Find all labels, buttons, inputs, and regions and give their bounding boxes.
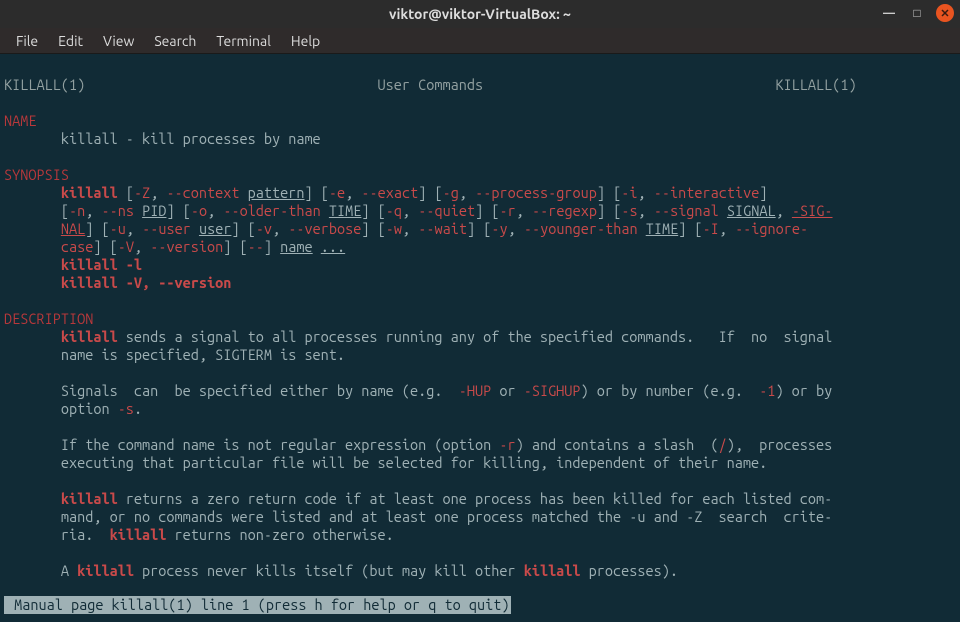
desc-l3c: or — [491, 382, 523, 399]
opt-ns: --ns — [101, 202, 133, 219]
desc-l10a: A — [61, 562, 77, 579]
opt-older: --older-than — [223, 202, 320, 219]
arg-pattern: pattern — [248, 184, 305, 201]
desc-killall4: killall — [77, 562, 134, 579]
opt-w: -w — [386, 220, 402, 237]
desc-killall2: killall — [61, 490, 118, 507]
desc-slash: / — [719, 436, 727, 453]
menu-help[interactable]: Help — [283, 31, 328, 51]
desc-l5a: If the command name is not regular expre… — [61, 436, 499, 453]
syn-cmd: killall — [61, 184, 118, 201]
opt-V: -V — [118, 238, 134, 255]
man-header-center: User Commands — [378, 76, 484, 93]
window-controls: — □ ✕ — [880, 4, 954, 22]
opt-q: -q — [386, 202, 402, 219]
arg-pid: PID — [142, 202, 166, 219]
desc-l3e: ) or by number (e.g. — [581, 382, 760, 399]
maximize-icon[interactable]: □ — [908, 4, 926, 22]
desc-l7b: returns a zero return code if at least o… — [118, 490, 833, 507]
opt-v: -v — [256, 220, 272, 237]
opt-quiet: --quiet — [418, 202, 475, 219]
opt-user: --user — [142, 220, 191, 237]
desc-ropt: -r — [499, 436, 515, 453]
opt-exact: --exact — [361, 184, 418, 201]
arg-time: TIME — [329, 202, 361, 219]
menu-edit[interactable]: Edit — [50, 31, 91, 51]
opt-icase: --ignore- — [735, 220, 808, 237]
desc-killall3: killall — [110, 526, 167, 543]
menu-file[interactable]: File — [8, 31, 46, 51]
opt-e: -e — [329, 184, 345, 201]
opt-interactive: --interactive — [654, 184, 760, 201]
section-name: NAME — [4, 112, 36, 129]
menu-view[interactable]: View — [95, 31, 142, 51]
man-header-spacer2 — [483, 76, 775, 93]
syn-l: killall -l — [61, 256, 142, 273]
opt-younger: --younger-than — [524, 220, 638, 237]
desc-l1b: sends a signal to all processes running … — [118, 328, 833, 345]
arg-user: user — [199, 220, 231, 237]
window-titlebar: viktor@viktor-VirtualBox: ~ — □ ✕ — [0, 0, 960, 28]
desc-l4c: . — [134, 400, 142, 417]
desc-hup: -HUP — [459, 382, 491, 399]
opt-u: -u — [110, 220, 126, 237]
desc-killall5: killall — [524, 562, 581, 579]
arg-time2: TIME — [646, 220, 678, 237]
desc-l10e: processes). — [581, 562, 678, 579]
opt-i: -i — [621, 184, 637, 201]
arg-nal: NAL — [61, 220, 85, 237]
desc-l3g: ) or by — [775, 382, 832, 399]
desc-killall1: killall — [61, 328, 118, 345]
arg-name: name — [280, 238, 312, 255]
opt-dd: -- — [248, 238, 264, 255]
desc-l6: executing that particular file will be s… — [61, 454, 767, 471]
arg-sig2: -SIG- — [792, 202, 833, 219]
syn-v: killall -V, --version — [61, 274, 232, 291]
opt-case: case — [61, 238, 93, 255]
section-synopsis: SYNOPSIS — [4, 166, 69, 183]
menu-terminal[interactable]: Terminal — [208, 31, 279, 51]
opt-verbose: --verbose — [288, 220, 361, 237]
man-header-spacer — [85, 76, 377, 93]
menu-search[interactable]: Search — [146, 31, 204, 51]
desc-sighup: -SIGHUP — [524, 382, 581, 399]
opt-Z: -Z — [134, 184, 150, 201]
opt-signal: --signal — [654, 202, 719, 219]
desc-sopt: -s — [118, 400, 134, 417]
man-header-left: KILLALL(1) — [4, 76, 85, 93]
opt-context: --context — [166, 184, 239, 201]
opt-g: -g — [443, 184, 459, 201]
desc-l10c: process never kills itself (but may kill… — [134, 562, 524, 579]
opt-version: --version — [150, 238, 223, 255]
desc-l2: name is specified, SIGTERM is sent. — [61, 346, 345, 363]
opt-I: -I — [703, 220, 719, 237]
opt-n: -n — [69, 202, 85, 219]
opt-s: -s — [621, 202, 637, 219]
desc-neg1: -1 — [759, 382, 775, 399]
desc-l9c: returns non-zero otherwise. — [166, 526, 393, 543]
opt-o: -o — [191, 202, 207, 219]
opt-y: -y — [491, 220, 507, 237]
menubar: File Edit View Search Terminal Help — [0, 28, 960, 54]
man-header-right: KILLALL(1) — [775, 76, 856, 93]
opt-regexp: --regexp — [532, 202, 597, 219]
desc-l5e: ), processes — [727, 436, 833, 453]
opt-r: -r — [499, 202, 515, 219]
desc-l3a: Signals can be specified either by name … — [61, 382, 459, 399]
arg-dots: ... — [321, 238, 345, 255]
minimize-icon[interactable]: — — [880, 4, 898, 22]
desc-l9a: ria. — [61, 526, 110, 543]
desc-l5c: ) and contains a slash ( — [516, 436, 719, 453]
window-title: viktor@viktor-VirtualBox: ~ — [389, 6, 571, 22]
opt-pgroup: --process-group — [475, 184, 597, 201]
terminal-viewport[interactable]: KILLALL(1) User Commands KILLALL(1) NAME… — [0, 54, 960, 622]
name-line: killall - kill processes by name — [61, 130, 321, 147]
close-icon[interactable]: ✕ — [936, 4, 954, 22]
arg-signal: SIGNAL — [727, 202, 776, 219]
opt-wait: --wait — [418, 220, 467, 237]
section-description: DESCRIPTION — [4, 310, 93, 327]
pager-statusline: Manual page killall(1) line 1 (press h f… — [4, 596, 511, 614]
desc-l8: mand, or no commands were listed and at … — [61, 508, 832, 525]
desc-l4a: option — [61, 400, 118, 417]
